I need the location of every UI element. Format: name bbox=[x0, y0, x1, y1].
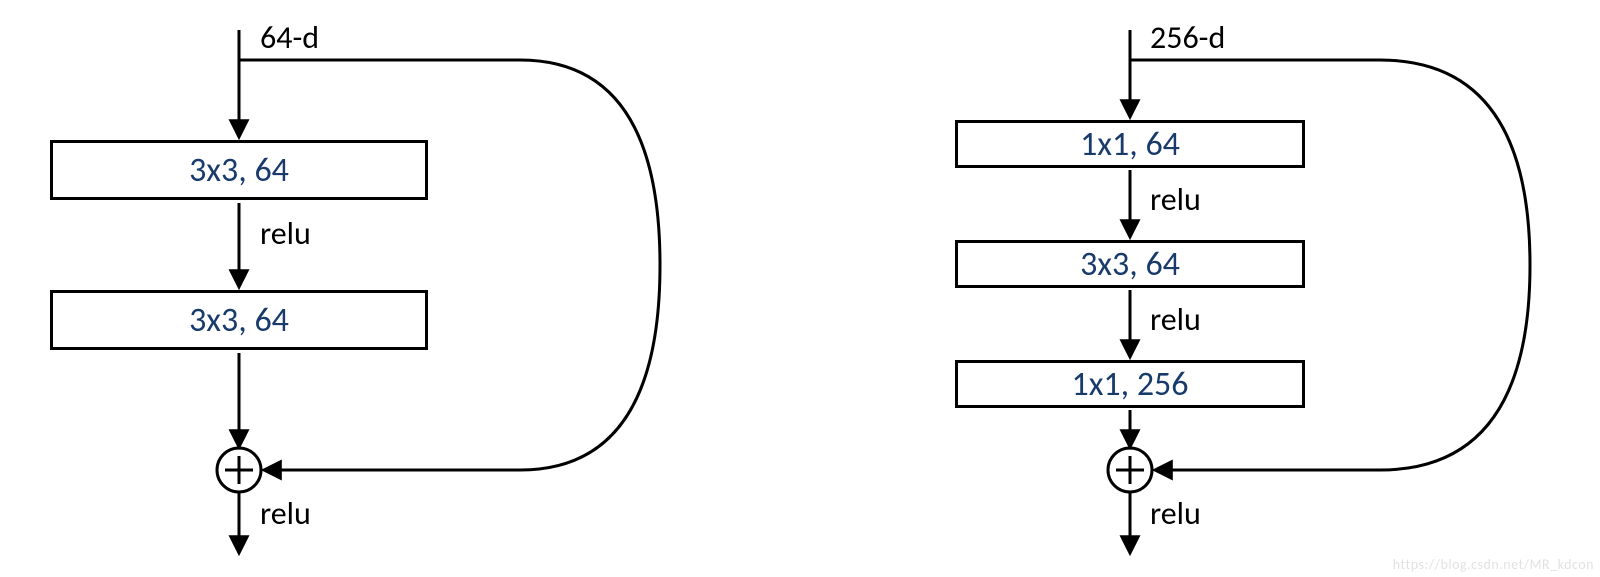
watermark-text: https://blog.csdn.net/MR_kdcon bbox=[1393, 556, 1594, 573]
right-add-circle bbox=[1108, 448, 1152, 492]
right-conv-3-label: 1x1, 256 bbox=[1071, 364, 1188, 405]
left-conv-1: 3x3, 64 bbox=[50, 140, 428, 200]
right-conv-3: 1x1, 256 bbox=[955, 360, 1305, 408]
left-conv-1-label: 3x3, 64 bbox=[189, 150, 289, 191]
right-conv-1: 1x1, 64 bbox=[955, 120, 1305, 168]
left-add-circle bbox=[217, 448, 261, 492]
right-conv-1-label: 1x1, 64 bbox=[1080, 124, 1180, 165]
diagram-canvas: 3x3, 64 3x3, 64 64-d relu relu 1x1, 64 3… bbox=[0, 0, 1600, 577]
left-input-label: 64-d bbox=[260, 18, 319, 57]
left-relu-out: relu bbox=[260, 494, 311, 533]
left-skip bbox=[239, 60, 660, 470]
left-relu-1: relu bbox=[260, 214, 311, 253]
left-conv-2: 3x3, 64 bbox=[50, 290, 428, 350]
right-conv-2-label: 3x3, 64 bbox=[1080, 244, 1180, 285]
right-relu-out: relu bbox=[1150, 494, 1201, 533]
left-conv-2-label: 3x3, 64 bbox=[189, 300, 289, 341]
right-relu-1: relu bbox=[1150, 180, 1201, 219]
connectors-svg bbox=[0, 0, 1600, 577]
right-conv-2: 3x3, 64 bbox=[955, 240, 1305, 288]
right-input-label: 256-d bbox=[1150, 18, 1225, 57]
right-flow bbox=[1108, 30, 1152, 552]
right-relu-2: relu bbox=[1150, 300, 1201, 339]
